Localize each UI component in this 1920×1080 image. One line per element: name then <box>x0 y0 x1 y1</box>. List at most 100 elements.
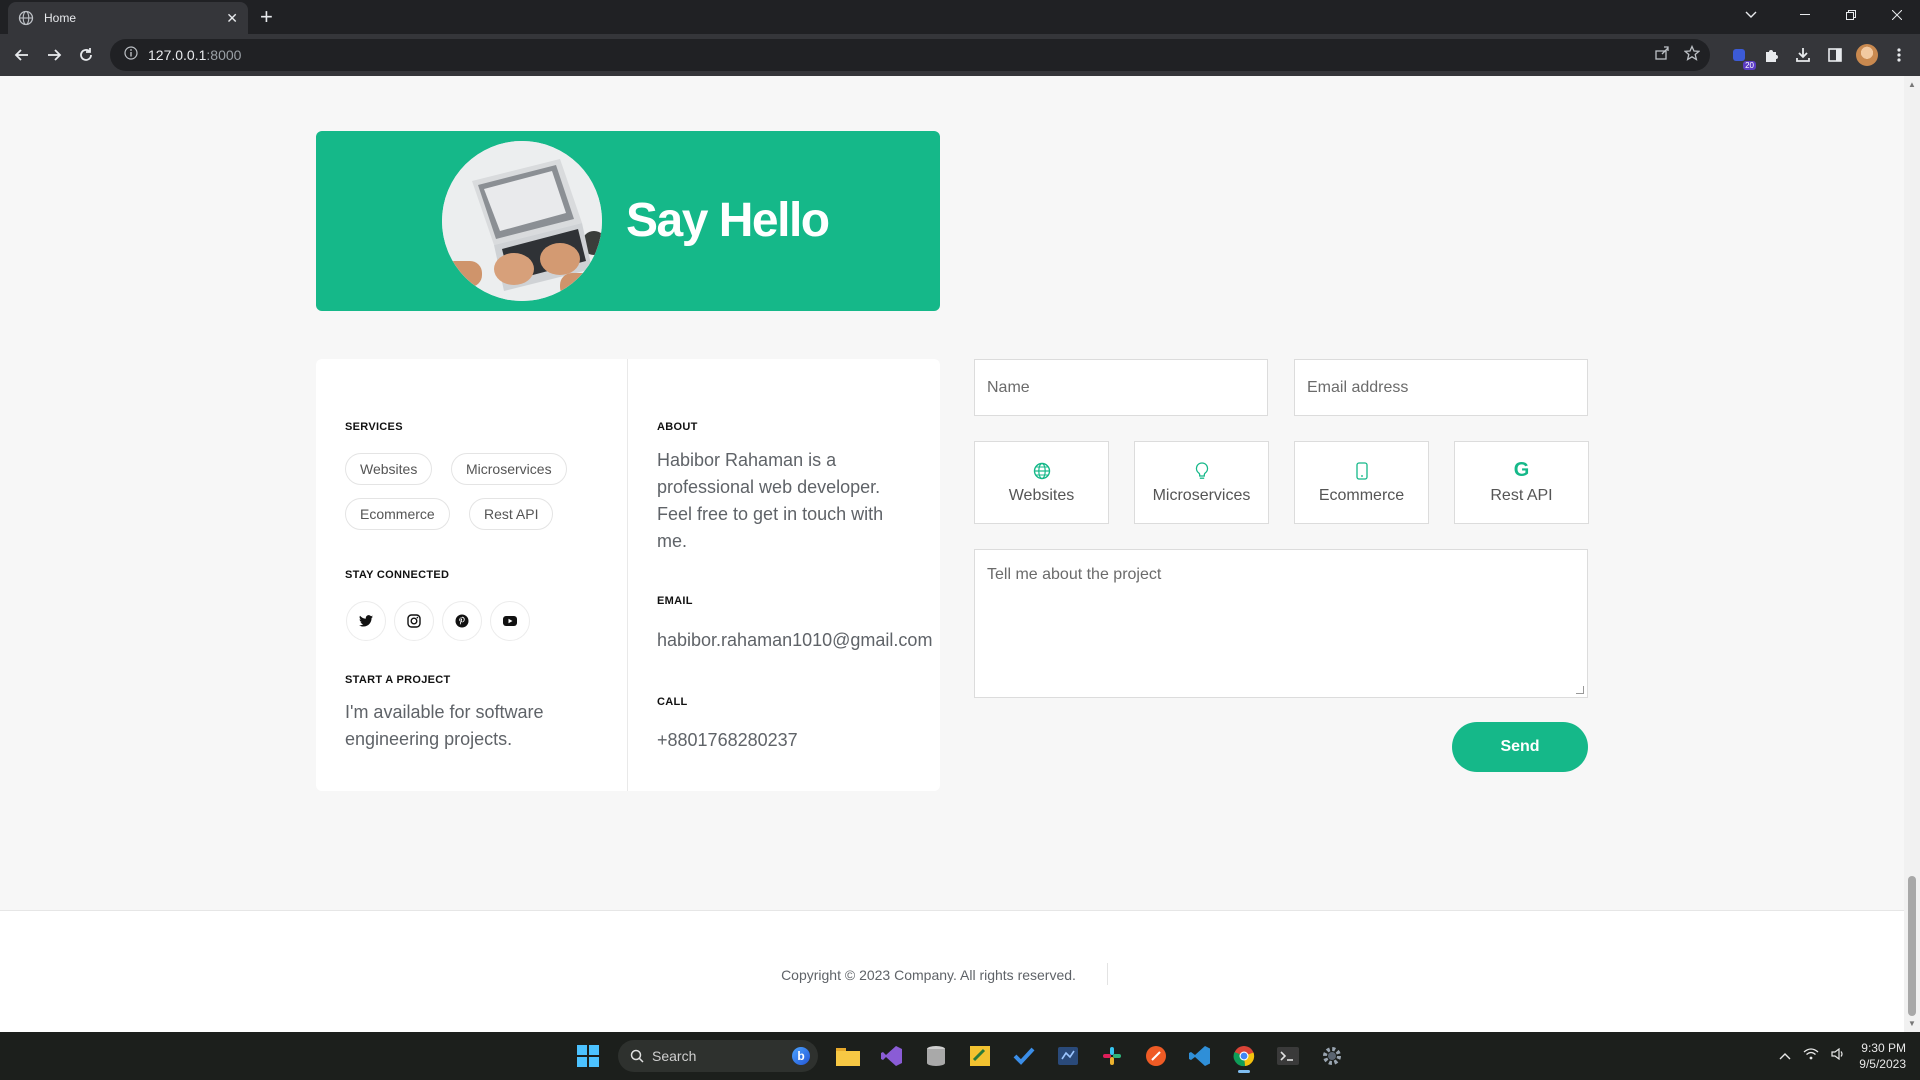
email-input[interactable]: Email address <box>1294 359 1588 416</box>
service-pill-rest-api[interactable]: Rest API <box>469 498 554 530</box>
stay-connected-heading: STAY CONNECTED <box>345 569 450 581</box>
volume-icon[interactable] <box>1831 1047 1847 1065</box>
settings-gear-icon[interactable] <box>1314 1038 1350 1074</box>
footer-separator <box>1107 963 1108 985</box>
tray-overflow-chevron-icon[interactable] <box>1779 1047 1791 1065</box>
extension-badge: 20 <box>1743 61 1756 70</box>
extensions-puzzle-icon[interactable] <box>1760 44 1782 66</box>
close-window-button[interactable] <box>1874 0 1920 30</box>
url-host: 127.0.0.1 <box>148 47 207 63</box>
forward-arrow-icon[interactable] <box>38 39 70 71</box>
send-button[interactable]: Send <box>1452 722 1588 772</box>
page-footer: Copyright © 2023 Company. All rights res… <box>0 910 1904 1032</box>
phone-value[interactable]: +8801768280237 <box>657 727 798 754</box>
search-label: Search <box>652 1048 697 1064</box>
ssms-icon[interactable] <box>1050 1038 1086 1074</box>
message-placeholder: Tell me about the project <box>987 566 1162 583</box>
tab-close-icon[interactable]: ✕ <box>226 10 238 27</box>
copyright-text: Copyright © 2023 Company. All rights res… <box>781 967 1076 983</box>
email-heading: EMAIL <box>657 595 693 607</box>
system-tray: 9:30 PM 9/5/2023 <box>1779 1032 1906 1080</box>
page-content: Say Hello SERVICES Websites Microservice… <box>0 76 1904 1032</box>
bookmark-star-icon[interactable] <box>1683 44 1701 66</box>
hero-title: Say Hello <box>626 194 830 247</box>
service-option-label: Rest API <box>1490 486 1553 504</box>
browser-tab[interactable]: Home ✕ <box>8 2 248 34</box>
call-heading: CALL <box>657 696 688 708</box>
minimize-button[interactable] <box>1782 0 1828 30</box>
todo-check-icon[interactable] <box>1006 1038 1042 1074</box>
column-divider <box>627 359 628 791</box>
globe-icon <box>1033 461 1051 481</box>
start-project-text: I'm available for software engineering p… <box>345 702 544 749</box>
laptop-photo <box>442 141 602 301</box>
instagram-icon[interactable] <box>394 601 434 641</box>
reload-icon[interactable] <box>70 39 102 71</box>
wifi-icon[interactable] <box>1803 1047 1819 1065</box>
windows-taskbar: Search b 9:30 PM 9/5/2023 <box>0 1032 1920 1080</box>
clock-date: 9/5/2023 <box>1859 1057 1906 1071</box>
service-option-microservices[interactable]: Microservices <box>1134 441 1269 524</box>
page-scrollbar[interactable]: ▲ ▼ <box>1904 76 1920 1032</box>
database-icon[interactable] <box>918 1038 954 1074</box>
about-text: Habibor Rahaman is a professional web de… <box>657 450 884 551</box>
visual-studio-icon[interactable] <box>874 1038 910 1074</box>
taskbar-clock[interactable]: 9:30 PM 9/5/2023 <box>1859 1040 1906 1072</box>
chrome-icon[interactable] <box>1226 1038 1262 1074</box>
globe-favicon-icon <box>18 10 34 26</box>
taskbar-search[interactable]: Search b <box>618 1040 818 1072</box>
mobile-icon <box>1355 461 1368 481</box>
tab-title: Home <box>44 11 77 25</box>
service-option-rest-api[interactable]: G Rest API <box>1454 441 1589 524</box>
youtube-icon[interactable] <box>490 601 530 641</box>
share-icon[interactable] <box>1654 45 1670 66</box>
email-value[interactable]: habibor.rahaman1010@gmail.com <box>657 627 957 654</box>
tab-search-chevron-icon[interactable] <box>1728 0 1774 30</box>
say-hello-banner: Say Hello <box>316 131 940 311</box>
lightbulb-icon <box>1195 461 1209 481</box>
service-option-websites[interactable]: Websites <box>974 441 1109 524</box>
service-option-label: Ecommerce <box>1318 486 1405 504</box>
new-tab-button[interactable]: + <box>260 4 273 30</box>
postman-icon[interactable] <box>1138 1038 1174 1074</box>
bing-icon[interactable]: b <box>792 1047 810 1065</box>
address-bar[interactable]: 127.0.0.1:8000 <box>110 39 1710 71</box>
scroll-up-icon[interactable]: ▲ <box>1908 80 1916 89</box>
project-message-textarea[interactable]: Tell me about the project <box>974 549 1588 698</box>
service-pill-microservices[interactable]: Microservices <box>451 453 567 485</box>
profile-avatar[interactable] <box>1856 44 1878 66</box>
pinterest-icon[interactable] <box>442 601 482 641</box>
terminal-icon[interactable] <box>1270 1038 1306 1074</box>
resize-handle[interactable] <box>1576 686 1584 694</box>
browser-toolbar: 127.0.0.1:8000 20 <box>0 34 1920 76</box>
about-heading: ABOUT <box>657 421 698 433</box>
clock-time: 9:30 PM <box>1861 1041 1906 1055</box>
back-arrow-icon[interactable] <box>6 39 38 71</box>
download-icon[interactable] <box>1792 44 1814 66</box>
menu-kebab-icon[interactable] <box>1888 44 1910 66</box>
name-input[interactable]: Name <box>974 359 1268 416</box>
twitter-icon[interactable] <box>346 601 386 641</box>
extension-icon[interactable]: 20 <box>1728 44 1756 70</box>
vscode-icon[interactable] <box>1182 1038 1218 1074</box>
service-pill-ecommerce[interactable]: Ecommerce <box>345 498 450 530</box>
service-option-label: Microservices <box>1152 486 1251 504</box>
service-option-label: Websites <box>1008 486 1075 504</box>
services-heading: SERVICES <box>345 421 403 433</box>
slack-icon[interactable] <box>1094 1038 1130 1074</box>
site-info-icon[interactable] <box>124 45 138 65</box>
service-pill-websites[interactable]: Websites <box>345 453 433 485</box>
start-project-heading: START A PROJECT <box>345 674 451 686</box>
windows-start-icon[interactable] <box>570 1038 606 1074</box>
google-icon: G <box>1513 459 1530 481</box>
side-panel-icon[interactable] <box>1824 44 1846 66</box>
contact-info-card: SERVICES Websites Microservices Ecommerc… <box>316 359 940 791</box>
scroll-down-icon[interactable]: ▼ <box>1908 1019 1916 1028</box>
sticky-app-icon[interactable] <box>962 1038 998 1074</box>
restore-button[interactable] <box>1828 0 1874 30</box>
service-option-ecommerce[interactable]: Ecommerce <box>1294 441 1429 524</box>
search-icon <box>630 1049 644 1063</box>
file-explorer-icon[interactable] <box>830 1038 866 1074</box>
url-port: :8000 <box>206 47 242 63</box>
scroll-thumb[interactable] <box>1908 876 1916 1016</box>
